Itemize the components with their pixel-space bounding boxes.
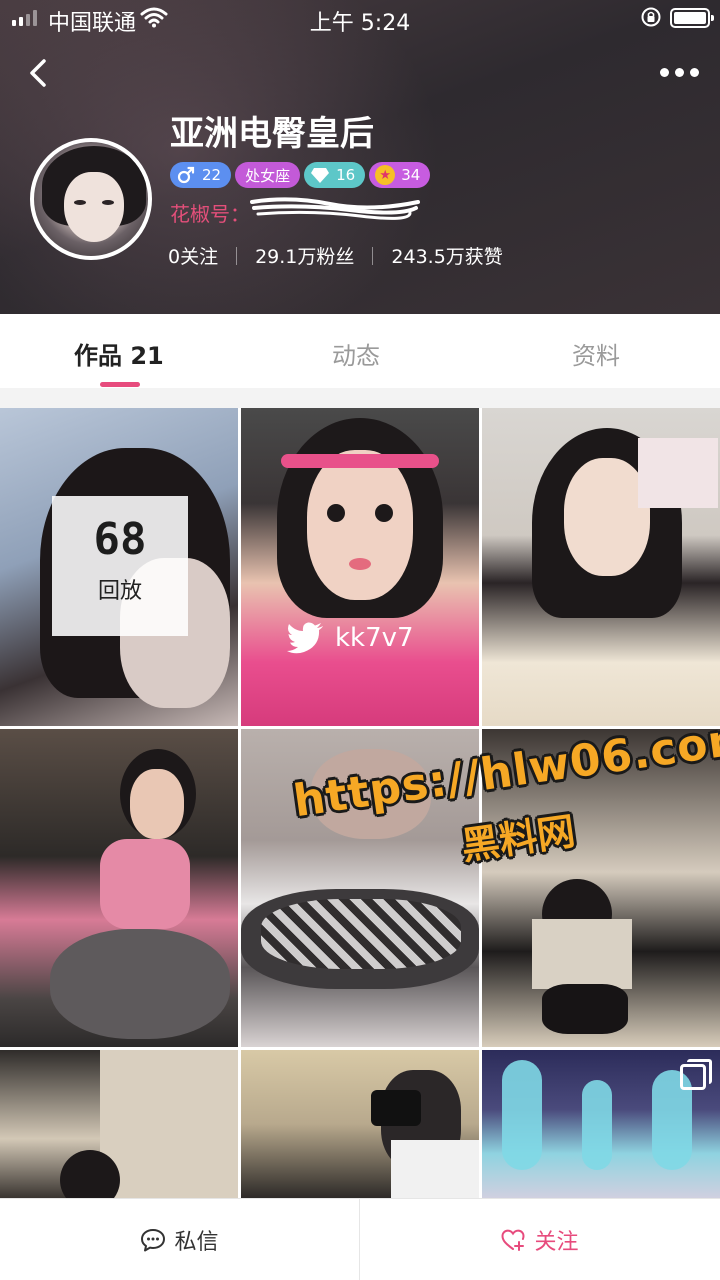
tab-moments[interactable]: 动态 (332, 336, 380, 371)
replay-count: 68 (93, 514, 147, 565)
profile-username: 亚洲电臀皇后 (170, 114, 374, 154)
chat-bubble-icon (141, 1229, 166, 1252)
section-divider (0, 388, 720, 408)
grid-item[interactable] (482, 1050, 720, 1198)
zodiac-badge: 处女座 (235, 162, 301, 188)
follow-label: 关注 (534, 1230, 579, 1255)
diamond-icon (311, 168, 330, 183)
back-button[interactable] (22, 55, 58, 91)
grid-item[interactable] (482, 408, 720, 726)
multi-photo-icon (680, 1059, 712, 1090)
clock: 上午 5:24 (309, 11, 411, 36)
rotation-lock-icon (641, 7, 661, 27)
grid-item[interactable]: kk7v7 (241, 408, 479, 726)
follow-button[interactable]: 关注 (360, 1199, 719, 1280)
twitter-handle: kk7v7 (335, 623, 414, 653)
profile-header: 中国联通 上午 5:24 亚洲电臀皇后 22 处女座 16 ★ 34 花椒号： … (0, 0, 720, 314)
huajiao-id-row: 花椒号： (170, 198, 250, 227)
grid-item[interactable] (482, 729, 720, 1047)
zodiac-label: 处女座 (245, 166, 291, 185)
likes-count: 243.5万获赞 (391, 246, 503, 268)
redaction-scribble (250, 197, 420, 220)
male-icon (177, 166, 195, 184)
heart-plus-icon (501, 1229, 525, 1251)
grid-item[interactable] (241, 1050, 479, 1198)
avatar[interactable] (30, 138, 152, 260)
diamond-level-value: 16 (336, 166, 356, 184)
gender-level-badge: 22 (170, 162, 232, 188)
tab-profile-info[interactable]: 资料 (572, 336, 620, 371)
huajiao-id-label: 花椒号： (170, 202, 250, 226)
replay-overlay: 68 回放 (52, 496, 188, 636)
star-level-value: 34 (401, 166, 421, 184)
twitter-watermark: kk7v7 (287, 622, 414, 654)
diamond-level-badge: 16 (304, 162, 366, 188)
bottom-action-bar: 私信 关注 (0, 1198, 720, 1280)
badge-row: 22 处女座 16 ★ 34 (170, 162, 431, 188)
replay-label: 回放 (97, 579, 142, 604)
private-message-label: 私信 (174, 1230, 219, 1255)
grid-item[interactable] (0, 1050, 238, 1198)
private-message-button[interactable]: 私信 (0, 1199, 359, 1280)
following-count[interactable]: 0关注 (168, 242, 218, 269)
grid-item[interactable] (241, 729, 479, 1047)
twitter-icon (287, 622, 323, 654)
grid-item[interactable]: 68 回放 (0, 408, 238, 726)
tab-works[interactable]: 作品 21 (74, 336, 164, 371)
grid-item[interactable] (0, 729, 238, 1047)
star-icon: ★ (375, 165, 396, 185)
profile-stats: 0关注 29.1万粉丝 243.5万获赞 (168, 242, 503, 269)
gender-level-value: 22 (202, 166, 222, 184)
more-options-button[interactable] (660, 60, 706, 84)
status-bar: 中国联通 上午 5:24 (0, 0, 720, 36)
fans-count[interactable]: 29.1万粉丝 (255, 242, 354, 269)
profile-tabs: 作品 21 动态 资料 (0, 314, 720, 392)
works-grid: 68 回放 kk7v7 (0, 408, 720, 1198)
active-tab-indicator (100, 382, 140, 387)
battery-icon (670, 8, 714, 28)
star-level-badge: ★ 34 (369, 162, 431, 188)
